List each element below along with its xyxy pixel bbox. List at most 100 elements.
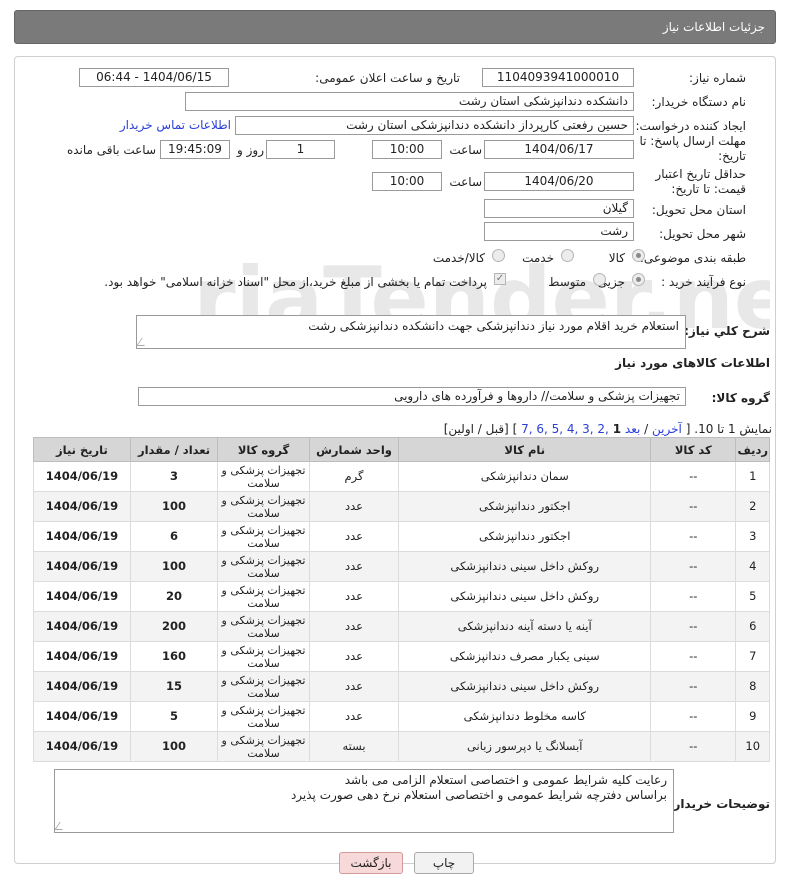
city-label: شهر محل تحویل:: [659, 227, 746, 241]
cell-quantity: 100: [129, 731, 219, 762]
cell-item-code: --: [650, 581, 737, 612]
deadline-label: مهلت ارسال پاسخ: تا تاریخ:: [639, 134, 746, 163]
cell-item-code: --: [650, 701, 737, 732]
cell-quantity: 160: [129, 641, 219, 672]
price-valid-time-label: ساعت: [449, 175, 482, 189]
cell-item-name: آینه یا دسته آینه دندانپزشکی: [398, 611, 652, 642]
goods-group-field: تجهیزات پزشکی و سلامت// داروها و فرآورده…: [138, 387, 686, 406]
cell-need-date: 1404/06/19: [33, 671, 131, 702]
table-row: 3 -- اجکتور دندانپزشکی عدد تجهیزات پزشکی و س…: [33, 521, 770, 552]
price-valid-time-field: 10:00: [372, 172, 442, 191]
cell-need-date: 1404/06/19: [33, 491, 131, 522]
col-group-header: گروه کالا: [217, 437, 310, 462]
col-qty-header: تعداد / مقدار: [129, 437, 219, 462]
cell-item-name: روکش داخل سینی دندانپزشکی: [398, 551, 652, 582]
cell-item-group: تجهیزات پزشکی و سلامت: [217, 521, 310, 552]
cell-unit: عدد: [308, 611, 400, 642]
buyer-field: دانشکده دندانپزشکی استان رشت: [185, 92, 634, 111]
cell-row-number: 10: [735, 731, 770, 762]
goods-section-title: اطلاعات کالاهای مورد نیاز: [615, 356, 770, 370]
notes-line-2: براساس دفترچه شرایط عمومی و اختصاصی استع…: [290, 788, 667, 802]
table-row: 4 -- روکش داخل سینی دندانپزشکی عدد تجهیزات پ…: [33, 551, 770, 582]
category-service-label: خدمت: [522, 251, 554, 265]
resize-handle-icon[interactable]: [136, 338, 150, 346]
col-row-header: ردیف: [735, 437, 770, 462]
pager-prev-first: [قبل / اولین]: [443, 422, 509, 436]
table-row: 10 -- آبسلانگ یا دپرسور زبانی بسته تجهیزات پ…: [33, 731, 770, 762]
cell-row-number: 9: [735, 701, 770, 732]
cell-item-code: --: [650, 641, 737, 672]
process-medium-label: متوسط: [548, 275, 586, 289]
deadline-date-field: 1404/06/17: [484, 140, 634, 159]
goods-group-label: گروه کالا:: [711, 391, 770, 405]
announce-field: 1404/06/15 - 06:44: [79, 68, 229, 87]
cell-quantity: 6: [129, 521, 219, 552]
city-field: رشت: [484, 222, 634, 241]
pager-bracket-close: ]: [512, 422, 518, 436]
cell-row-number: 4: [735, 551, 770, 582]
summary-text: استعلام خرید اقلام مورد نیاز دندانپزشکی …: [308, 319, 679, 333]
cell-unit: عدد: [308, 521, 400, 552]
summary-textarea: استعلام خرید اقلام مورد نیاز دندانپزشکی …: [136, 315, 686, 349]
price-valid-date-field: 1404/06/20: [484, 172, 634, 191]
cell-item-group: تجهیزات پزشکی و سلامت: [217, 731, 310, 762]
cell-item-group: تجهیزات پزشکی و سلامت: [217, 491, 310, 522]
page-header: جزئیات اطلاعات نیاز: [14, 10, 776, 44]
cell-need-date: 1404/06/19: [33, 701, 131, 732]
cell-item-group: تجهیزات پزشکی و سلامت: [217, 461, 310, 492]
category-goods-radio[interactable]: [632, 249, 645, 262]
category-both-radio[interactable]: [492, 249, 505, 262]
category-service-radio[interactable]: [561, 249, 574, 262]
remaining-days-field: 1: [266, 140, 335, 159]
process-label: نوع فرآیند خرید :: [661, 275, 746, 289]
pager-next-link[interactable]: بعد: [625, 422, 640, 436]
cell-item-name: اجکتور دندانپزشکی: [398, 491, 652, 522]
pager-bracket-open: [: [685, 422, 691, 436]
table-row: 6 -- آینه یا دسته آینه دندانپزشکی عدد تجهیزا…: [33, 611, 770, 642]
resize-handle-icon[interactable]: [54, 822, 68, 830]
table-row: 8 -- روکش داخل سینی دندانپزشکی عدد تجهیزات پ…: [33, 671, 770, 702]
table-row: 7 -- سینی یکبار مصرف دندانپزشکی عدد تجهیزات …: [33, 641, 770, 672]
cell-row-number: 3: [735, 521, 770, 552]
pager-page-links[interactable]: 7, 6, 5, 4, 3, 2,: [521, 422, 609, 436]
treasury-checkbox[interactable]: ✓: [494, 273, 506, 285]
province-field: گیلان: [484, 199, 634, 218]
process-medium-radio[interactable]: [593, 273, 606, 286]
cell-item-code: --: [650, 491, 737, 522]
items-table: ردیف کد کالا نام کالا واحد شمارش گروه کا…: [33, 437, 770, 762]
creator-field: حسین رفعتی کارپرداز دانشکده دندانپزشکی ا…: [235, 116, 634, 135]
need-number-label: شماره نیاز:: [689, 71, 746, 85]
cell-need-date: 1404/06/19: [33, 461, 131, 492]
cell-unit: عدد: [308, 701, 400, 732]
remaining-label: ساعت باقی مانده: [66, 143, 156, 157]
cell-quantity: 100: [129, 491, 219, 522]
remaining-time-field: 19:45:09: [160, 140, 230, 159]
cell-row-number: 6: [735, 611, 770, 642]
table-row: 9 -- کاسه مخلوط دندانپزشکی عدد تجهیزات پزشکی…: [33, 701, 770, 732]
cell-need-date: 1404/06/19: [33, 581, 131, 612]
process-minor-radio[interactable]: [632, 273, 645, 286]
buyer-label: نام دستگاه خریدار:: [651, 95, 747, 109]
table-row: 1 -- سمان دندانپزشکی گرم تجهیزات پزشکی و سلا…: [33, 461, 770, 492]
cell-need-date: 1404/06/19: [33, 641, 131, 672]
cell-quantity: 5: [129, 701, 219, 732]
print-button[interactable]: چاپ: [414, 852, 474, 874]
need-number-field: 1104093941000010: [482, 68, 634, 87]
cell-need-date: 1404/06/19: [33, 731, 131, 762]
cell-item-code: --: [650, 611, 737, 642]
pager: نمایش 1 تا 10. [ آخرین / بعد 7, 6, 5, 4,…: [444, 422, 772, 436]
cell-quantity: 20: [129, 581, 219, 612]
cell-item-code: --: [650, 551, 737, 582]
cell-quantity: 100: [129, 551, 219, 582]
notes-label: توضیحات خریدار:: [668, 797, 770, 811]
back-button[interactable]: بازگشت: [339, 852, 403, 874]
cell-item-code: --: [650, 731, 737, 762]
cell-item-group: تجهیزات پزشکی و سلامت: [217, 641, 310, 672]
treasury-note: پرداخت تمام یا بخشی از مبلغ خرید،از محل …: [104, 275, 487, 289]
creator-label: ایجاد کننده درخواست:: [635, 119, 746, 133]
cell-unit: بسته: [308, 731, 400, 762]
cell-item-code: --: [650, 461, 737, 492]
page-title: جزئیات اطلاعات نیاز: [662, 20, 765, 34]
pager-last-link[interactable]: آخرین: [652, 422, 682, 436]
buyer-contact-link[interactable]: اطلاعات تماس خریدار: [120, 118, 231, 132]
